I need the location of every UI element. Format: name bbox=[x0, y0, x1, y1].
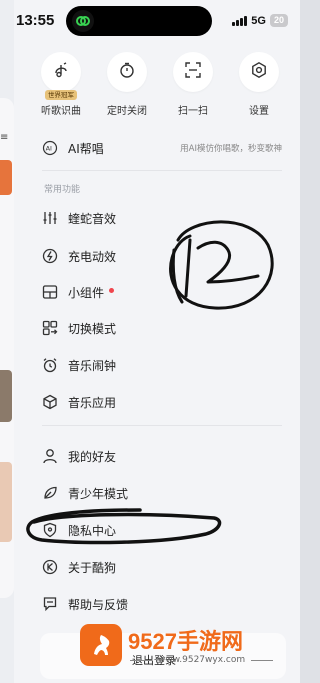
menu-item-charging-effect[interactable]: 充电动效 bbox=[14, 241, 300, 271]
equalizer-icon bbox=[42, 210, 58, 226]
kugou-logo-icon bbox=[42, 559, 58, 575]
background-thumbnail bbox=[0, 370, 12, 422]
quick-action-timer[interactable]: 定时关闭 bbox=[96, 52, 158, 117]
quick-action-song-recognition[interactable]: 世界冠军 听歌识曲 bbox=[30, 52, 92, 117]
menu-item-help-feedback[interactable]: 帮助与反馈 bbox=[14, 589, 300, 619]
menu-item-label: 关于酷狗 bbox=[68, 560, 117, 575]
menu-item-switch-mode[interactable]: 切换模式 bbox=[14, 313, 300, 343]
scan-icon bbox=[184, 61, 202, 83]
menu-item-teen-mode[interactable]: 青少年模式 bbox=[14, 478, 300, 508]
menu-item-label: 隐私中心 bbox=[68, 523, 117, 538]
link-app-icon bbox=[72, 10, 94, 32]
quick-action-scan[interactable]: 扫一扫 bbox=[162, 52, 224, 117]
quick-action-label: 定时关闭 bbox=[107, 106, 147, 117]
menu-item-label: 蝰蛇音效 bbox=[68, 211, 117, 226]
quick-action-label: 听歌识曲 bbox=[41, 106, 81, 117]
menu-item-label: AI帮唱 bbox=[68, 141, 104, 156]
menu-item-viper-sound[interactable]: 蝰蛇音效 bbox=[14, 203, 300, 233]
status-bar: 13:55 5G 20 bbox=[0, 0, 300, 40]
background-thumbnail bbox=[0, 462, 12, 542]
watermark-brand: 9527手游网 bbox=[128, 629, 243, 654]
watermark-line bbox=[251, 659, 274, 661]
quick-action-settings[interactable]: 设置 bbox=[228, 52, 290, 117]
menu-item-music-alarm[interactable]: 音乐闹钟 bbox=[14, 350, 300, 380]
svg-text:AI: AI bbox=[46, 145, 52, 153]
menu-item-label: 音乐应用 bbox=[68, 395, 117, 410]
menu-item-privacy-center[interactable]: 隐私中心 bbox=[14, 515, 300, 545]
feedback-icon bbox=[42, 596, 58, 612]
menu-item-label: 帮助与反馈 bbox=[68, 597, 129, 612]
quick-action-label: 扫一扫 bbox=[178, 106, 208, 117]
section-title-common: 常用功能 bbox=[44, 185, 81, 195]
timer-icon bbox=[118, 61, 136, 83]
menu-item-my-friends[interactable]: 我的好友 bbox=[14, 441, 300, 471]
signal-icon bbox=[232, 15, 248, 26]
watermark-line bbox=[130, 659, 152, 661]
new-badge-dot bbox=[109, 287, 115, 293]
menu-item-label: 青少年模式 bbox=[68, 486, 129, 501]
quick-action-label: 设置 bbox=[249, 106, 269, 117]
background-thumbnail bbox=[0, 160, 12, 195]
horse-icon bbox=[94, 635, 110, 655]
switch-mode-icon bbox=[42, 320, 58, 336]
privacy-shield-icon bbox=[42, 522, 58, 538]
user-icon bbox=[42, 448, 58, 464]
widget-icon bbox=[42, 284, 58, 300]
menu-item-label: 音乐闹钟 bbox=[68, 358, 117, 373]
menu-item-label: 切换模式 bbox=[68, 321, 117, 336]
gear-icon bbox=[250, 61, 268, 83]
ai-sing-description: 用AI模仿你唱歌，秒变歌神 bbox=[180, 144, 282, 154]
menu-item-about-kugou[interactable]: 关于酷狗 bbox=[14, 552, 300, 582]
menu-item-ai-sing[interactable]: AI AI帮唱 用AI模仿你唱歌，秒变歌神 bbox=[14, 133, 300, 163]
status-indicators: 5G 20 bbox=[232, 14, 288, 27]
divider bbox=[42, 425, 282, 426]
alarm-clock-icon bbox=[42, 357, 58, 373]
network-type: 5G bbox=[251, 14, 266, 27]
quick-actions-row: 世界冠军 听歌识曲 定时关闭 扫一扫 设置 bbox=[14, 52, 300, 122]
divider bbox=[42, 170, 282, 171]
status-time: 13:55 bbox=[16, 12, 55, 29]
music-recognition-icon bbox=[52, 61, 70, 83]
leaf-icon bbox=[42, 485, 58, 501]
charging-icon bbox=[42, 248, 58, 264]
background-menu-icon: ≡ bbox=[0, 132, 9, 143]
menu-item-label: 我的好友 bbox=[68, 449, 117, 464]
menu-item-label: 小组件 bbox=[68, 285, 105, 300]
ai-icon: AI bbox=[42, 140, 58, 156]
watermark-url: www.9527wyx.com bbox=[158, 655, 246, 665]
menu-item-widgets[interactable]: 小组件 bbox=[14, 277, 300, 307]
menu-item-music-apps[interactable]: 音乐应用 bbox=[14, 387, 300, 417]
menu-item-label: 充电动效 bbox=[68, 249, 117, 264]
dynamic-island bbox=[66, 6, 212, 36]
battery-indicator: 20 bbox=[269, 14, 288, 27]
watermark-logo bbox=[80, 624, 122, 666]
watermark-url-row: www.9527wyx.com bbox=[130, 655, 274, 665]
world-champion-badge: 世界冠军 bbox=[45, 90, 77, 100]
cube-icon bbox=[42, 394, 58, 410]
